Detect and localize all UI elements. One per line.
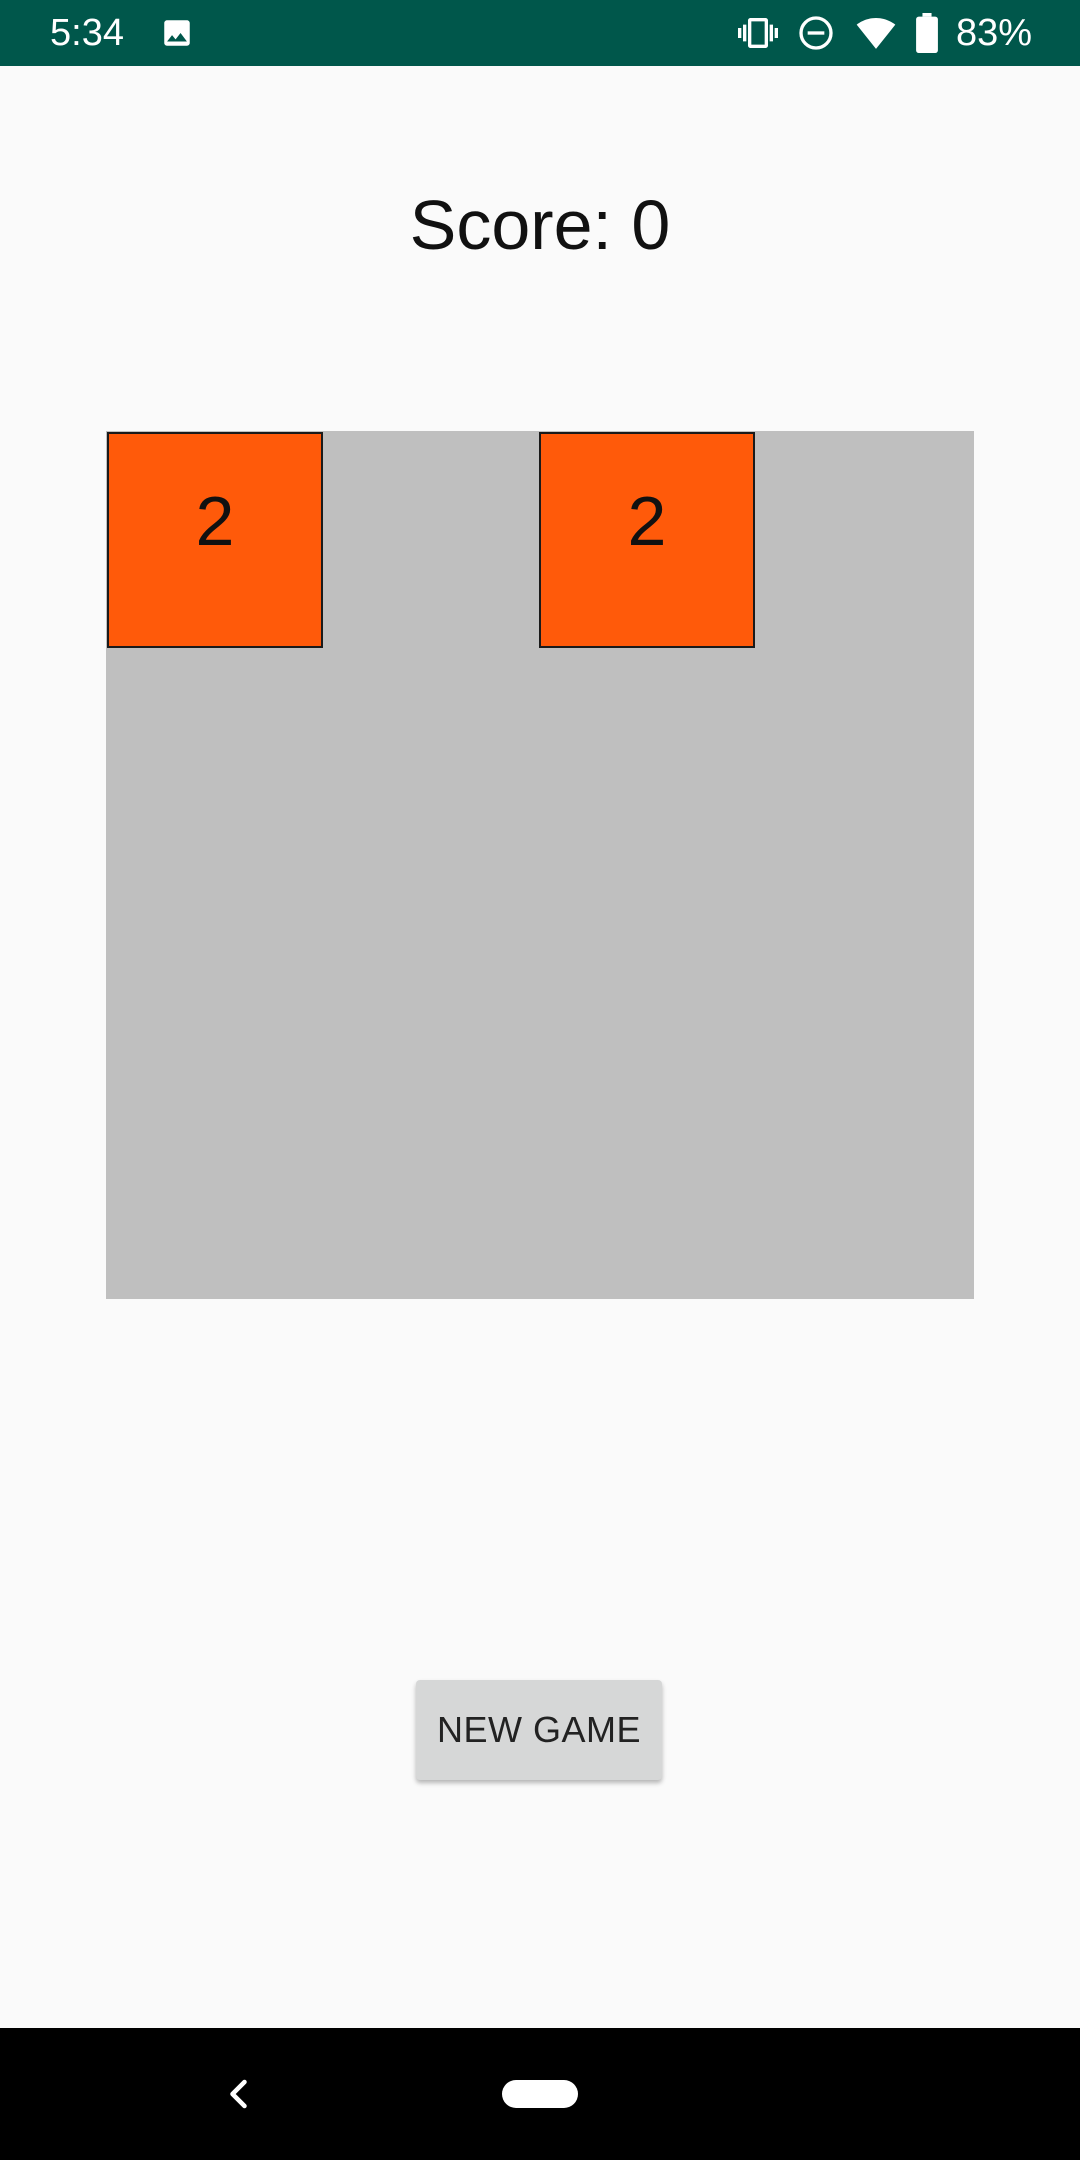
back-icon[interactable] xyxy=(222,2076,258,2112)
wifi-icon xyxy=(856,18,896,49)
battery-percent: 83% xyxy=(955,12,1032,54)
new-game-button[interactable]: NEW GAME xyxy=(416,1680,662,1780)
status-time: 5:34 xyxy=(50,12,124,54)
score-label: Score: 0 xyxy=(409,186,671,264)
board-tile: 2 xyxy=(539,432,755,648)
status-bar: 5:34 83% xyxy=(0,0,1080,66)
home-pill-icon[interactable] xyxy=(502,2080,578,2108)
image-icon xyxy=(164,20,190,46)
board-tile: 2 xyxy=(107,432,323,648)
do-not-disturb-icon xyxy=(799,16,833,50)
vibrate-icon xyxy=(737,18,778,48)
game-board[interactable]: 2 2 xyxy=(106,431,974,1299)
status-right-group: 83% xyxy=(737,10,1032,56)
battery-icon xyxy=(916,13,938,53)
